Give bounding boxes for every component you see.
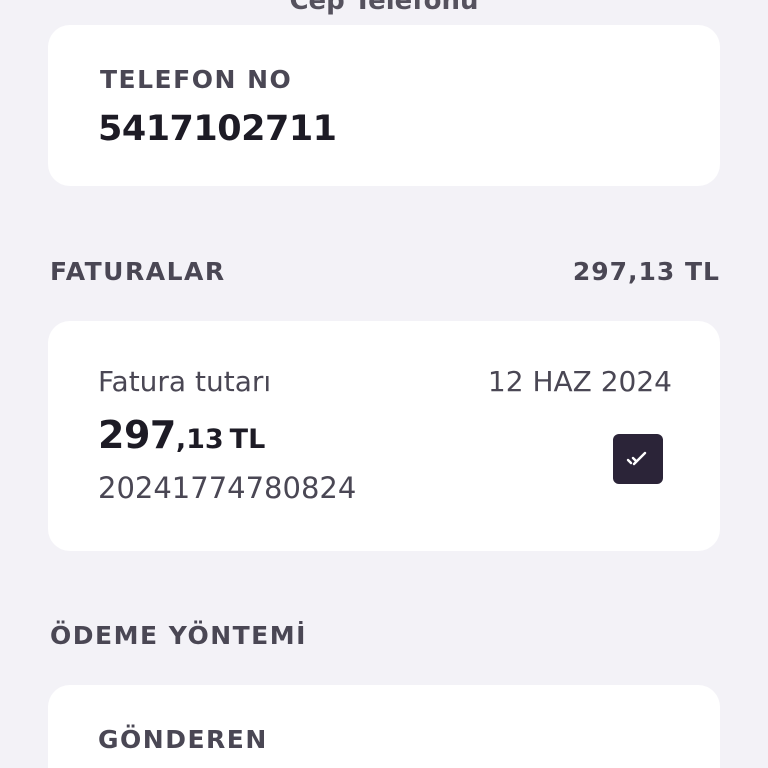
invoice-amount-main: 297	[98, 413, 176, 457]
invoice-amount-currency: TL	[229, 424, 266, 455]
invoice-amount: 297,13 TL	[98, 413, 265, 457]
phone-card: TELEFON NO 5417102711	[48, 25, 720, 186]
invoice-number: 20241774780824	[98, 471, 357, 505]
phone-number: 5417102711	[98, 109, 337, 149]
invoice-amount-fraction: ,13	[175, 424, 224, 455]
invoices-section-title: FATURALAR	[50, 257, 226, 286]
payment-card: GÖNDEREN	[48, 685, 720, 768]
invoice-amount-label: Fatura tutarı	[98, 365, 272, 398]
double-check-icon	[626, 451, 647, 466]
invoice-date: 12 HAZ 2024	[487, 365, 672, 398]
phone-label: TELEFON NO	[100, 65, 293, 94]
sender-label: GÖNDEREN	[98, 725, 268, 754]
page-title: Cep Telefonu	[289, 0, 479, 16]
invoices-total: 297,13 TL	[572, 257, 720, 286]
payment-section-title: ÖDEME YÖNTEMİ	[50, 621, 307, 650]
invoice-card[interactable]: Fatura tutarı 12 HAZ 2024 297,13 TL 20241…	[48, 321, 720, 551]
invoice-select-checkbox[interactable]	[613, 434, 663, 484]
screen: Cep Telefonu TELEFON NO 5417102711 FATUR…	[0, 0, 768, 768]
